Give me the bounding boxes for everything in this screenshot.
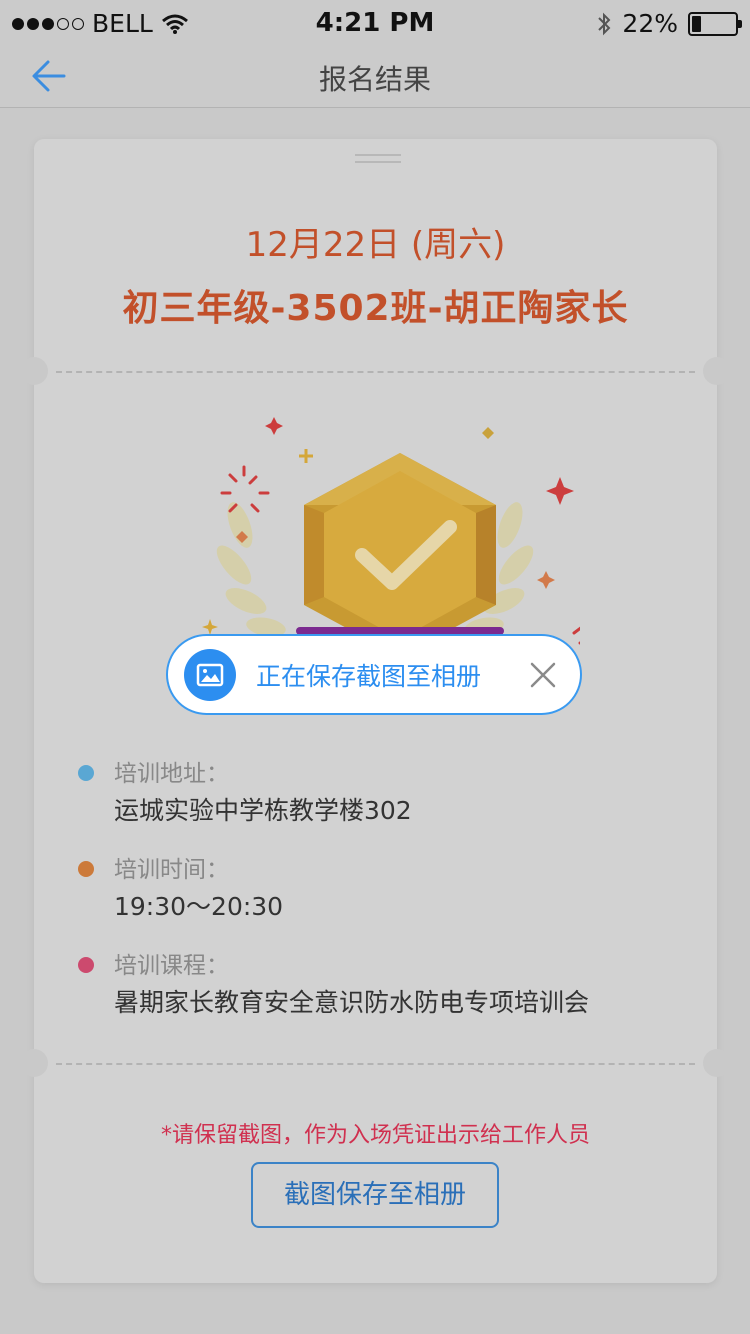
close-icon[interactable] — [528, 660, 558, 690]
battery-fill — [692, 15, 702, 32]
success-badge-icon — [202, 417, 580, 645]
notice-text: *请保留截图，作为入场凭证出示给工作人员 — [160, 1123, 590, 1148]
divider-top — [56, 371, 695, 373]
status-bar: BELL 4:21 PM 22% — [0, 0, 750, 44]
divider-bottom — [56, 1063, 695, 1065]
course-value: 暑期家长教育安全意识防水防电专项培训会 — [114, 988, 590, 1017]
event-date: 12月22日 (周六) — [245, 225, 506, 265]
course-bullet — [78, 957, 94, 973]
ticket-notch-right-bottom — [703, 1049, 731, 1077]
address-bullet — [78, 765, 94, 781]
class-title: 初三年级-3502班-胡正陶家长 — [122, 288, 629, 329]
info-item-time: 培训时间： 19:30～20:30 — [78, 853, 678, 927]
bluetooth-icon — [598, 12, 611, 35]
info-item-address: 培训地址： 运城实验中学栋教学楼302 — [78, 757, 678, 831]
time-bullet — [78, 861, 94, 877]
ticket-notch-left-top — [20, 357, 48, 385]
saving-toast: 正在保存截图至相册 — [166, 634, 582, 715]
course-label: 培训课程： — [114, 953, 229, 979]
ticket-notch-left-bottom — [20, 1049, 48, 1077]
save-screenshot-button[interactable]: 截图保存至相册 — [251, 1162, 499, 1228]
address-label: 培训地址： — [114, 761, 229, 787]
drag-handle — [355, 154, 401, 166]
address-value: 运城实验中学栋教学楼302 — [114, 796, 412, 825]
status-right: 22% — [596, 9, 742, 38]
page-title: 报名结果 — [318, 63, 431, 96]
info-list: 培训地址： 运城实验中学栋教学楼302 培训时间： 19:30～20:30 培训… — [78, 757, 678, 1045]
battery-icon — [688, 11, 742, 36]
time-label: 培训时间： — [114, 857, 229, 883]
battery-percent: 22% — [622, 9, 678, 38]
info-item-course: 培训课程： 暑期家长教育安全意识防水防电专项培训会 — [78, 949, 678, 1023]
toast-message: 正在保存截图至相册 — [256, 661, 482, 691]
image-icon — [184, 648, 236, 701]
time-value: 19:30～20:30 — [114, 892, 284, 921]
ticket-notch-right-top — [703, 357, 731, 385]
nav-bar: 报名结果 — [0, 44, 750, 108]
